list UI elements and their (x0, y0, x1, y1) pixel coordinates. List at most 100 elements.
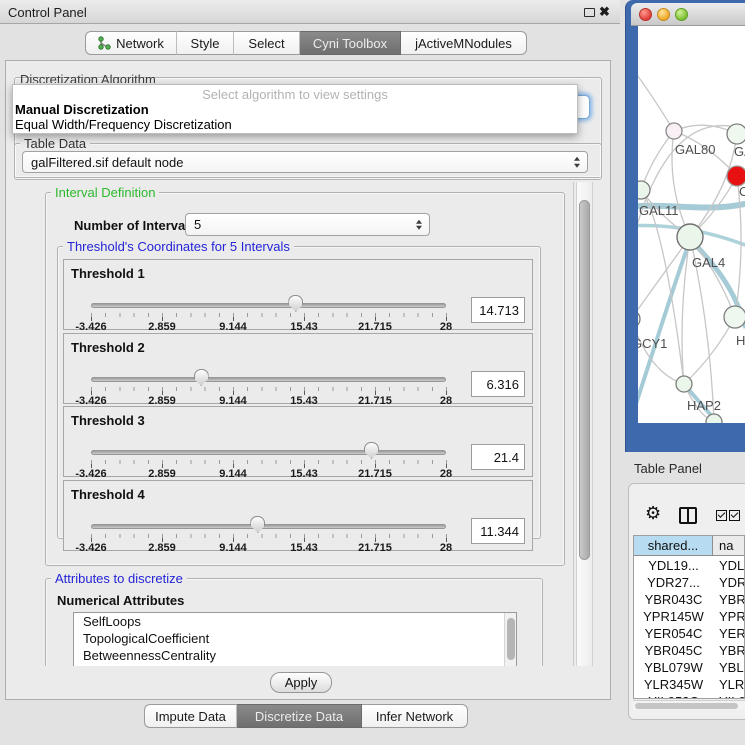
tab-network-label: Network (116, 36, 164, 51)
close-icon[interactable]: ✖ (599, 4, 610, 20)
threshold-1-label: Threshold 1 (71, 266, 145, 281)
checkbox-icon[interactable] (716, 510, 727, 521)
node-label: GA (734, 144, 745, 159)
scale-tick-label: 9.144 (198, 321, 268, 333)
tab-jactivemnodules[interactable]: jActiveMNodules (401, 31, 527, 55)
list-item-topologicalcoefficient[interactable]: TopologicalCoefficient (74, 630, 516, 647)
node-gcy1[interactable] (638, 310, 640, 328)
tab-select[interactable]: Select (234, 31, 300, 55)
node-partial-right[interactable] (724, 306, 745, 328)
table-row[interactable]: YLR345WYLR3 (634, 677, 745, 694)
node-label: H (736, 333, 745, 348)
tab-select-label: Select (248, 36, 284, 51)
number-of-intervals-combo[interactable]: 5 (185, 213, 430, 236)
table-panel-title: Table Panel (634, 461, 702, 476)
checkbox-icon[interactable] (729, 510, 740, 521)
table-row[interactable]: YPR145WYPR1 (634, 609, 745, 626)
network-window-titlebar[interactable] (631, 3, 745, 26)
node-gal11[interactable] (638, 181, 650, 199)
threshold-4-slider-track[interactable] (91, 524, 446, 529)
algorithm-popup: Select algorithm to view settings Manual… (12, 84, 578, 134)
settings-scrollbar[interactable] (576, 182, 593, 666)
tab-cyni-toolbox-label: Cyni Toolbox (313, 36, 387, 51)
tab-impute-data-label: Impute Data (155, 709, 226, 724)
scale-tick-label: 15.43 (269, 542, 339, 554)
scale-tick-label: 15.43 (269, 321, 339, 333)
table-row[interactable]: YER054CYER0 (634, 626, 745, 643)
table-data-combo-value: galFiltered.sif default node (31, 155, 183, 170)
mac-zoom-button[interactable] (675, 8, 688, 21)
tab-network[interactable]: Network (85, 31, 177, 55)
minor-ticks (91, 313, 447, 317)
threshold-2-slider-thumb[interactable] (194, 369, 209, 386)
table-row[interactable]: YBR045CYBR0 (634, 643, 745, 660)
table-row[interactable]: YBL079WYBL0 (634, 660, 745, 677)
tab-jactivemnodules-label: jActiveMNodules (415, 36, 512, 51)
popup-item-manual-discretization[interactable]: Manual Discretization (15, 102, 149, 117)
mac-minimize-button[interactable] (657, 8, 670, 21)
node-hap2[interactable] (676, 376, 692, 392)
tab-style[interactable]: Style (177, 31, 234, 55)
discretization-algorithm-group-label: Discretization Algorithm (20, 71, 220, 83)
table-row[interactable]: YDL19...YDL1 (634, 558, 745, 575)
apply-button[interactable]: Apply (270, 672, 332, 693)
scale-tick-label: 2.859 (127, 468, 197, 480)
tab-infer-network[interactable]: Infer Network (362, 704, 468, 728)
threshold-3-slider-track[interactable] (91, 450, 446, 455)
threshold-2-value-field[interactable]: 6.316 (471, 371, 525, 397)
algorithm-popup-hint: Select algorithm to view settings (13, 87, 577, 102)
screen: Control Panel ✖ Network Style Select Cyn… (0, 0, 745, 745)
network-canvas[interactable]: GAL80 GA C GAL11 GAL4 GCY1 H HAP2 (638, 26, 745, 423)
control-panel-titlebar (0, 0, 620, 24)
table-data-combo[interactable]: galFiltered.sif default node (22, 151, 588, 173)
scale-tick-label: 21.715 (340, 321, 410, 333)
gear-icon[interactable]: ⚙ (645, 503, 661, 524)
tab-impute-data[interactable]: Impute Data (144, 704, 237, 728)
column-header-shared[interactable]: shared... (634, 536, 713, 556)
mac-close-button[interactable] (639, 8, 652, 21)
node-gal4[interactable] (677, 224, 703, 250)
popup-item-equal-width-frequency[interactable]: Equal Width/Frequency Discretization (15, 117, 232, 132)
float-window-icon[interactable] (584, 8, 595, 17)
network-icon (98, 36, 111, 50)
node-red[interactable] (727, 166, 745, 186)
tab-cyni-toolbox[interactable]: Cyni Toolbox (300, 31, 401, 55)
table-horizontal-scrollbar[interactable] (633, 700, 745, 710)
threshold-4-box: Threshold 4 -3.426 2.859 9.144 15.43 21.… (63, 480, 533, 551)
split-view-icon[interactable] (679, 507, 697, 524)
node-label: GAL4 (692, 255, 725, 270)
bottom-tab-bar: Impute Data Discretize Data Infer Networ… (144, 704, 468, 728)
scale-tick-label: -3.426 (56, 542, 126, 554)
threshold-4-label: Threshold 4 (71, 487, 145, 502)
settings-scrollbar-thumb[interactable] (579, 200, 590, 560)
threshold-1-value-field[interactable]: 14.713 (471, 297, 525, 323)
threshold-4-slider-thumb[interactable] (250, 516, 265, 533)
threshold-1-slider-thumb[interactable] (288, 295, 303, 312)
scale-tick-label: -3.426 (56, 321, 126, 333)
scale-tick-label: 21.715 (340, 542, 410, 554)
node-partial-top[interactable] (727, 124, 745, 144)
minor-ticks (91, 534, 447, 538)
threshold-3-slider-thumb[interactable] (364, 442, 379, 459)
table-row[interactable]: YDR27...YDR2 (634, 575, 745, 592)
table-row[interactable]: YIL052CYIL0 (634, 694, 745, 699)
combo-arrows-icon (416, 216, 422, 233)
interval-definition-group-label: Interval Definition (51, 185, 159, 200)
threshold-4-value-field[interactable]: 11.344 (471, 518, 525, 544)
tab-discretize-data[interactable]: Discretize Data (237, 704, 362, 728)
top-tab-bar: Network Style Select Cyni Toolbox jActiv… (85, 31, 527, 55)
scale-tick-label: 21.715 (340, 468, 410, 480)
list-item-betweennesscentrality[interactable]: BetweennessCentrality (74, 647, 516, 664)
attributes-list-scrollbar[interactable] (504, 613, 516, 666)
threshold-3-value-field[interactable]: 21.4 (471, 444, 525, 470)
table-horizontal-scrollbar-thumb[interactable] (635, 703, 738, 709)
threshold-1-box: Threshold 1 -3.426 2.859 9.144 15.43 21.… (63, 259, 533, 330)
column-header-name[interactable]: na (713, 536, 745, 556)
threshold-1-slider-track[interactable] (91, 303, 446, 308)
node-bottom[interactable] (706, 414, 722, 423)
table-row[interactable]: YBR043CYBR0 (634, 592, 745, 609)
threshold-2-slider-track[interactable] (91, 377, 446, 382)
scale-tick-label: 9.144 (198, 468, 268, 480)
node-gal80[interactable] (666, 123, 682, 139)
list-item-selfloops[interactable]: SelfLoops (74, 613, 516, 630)
